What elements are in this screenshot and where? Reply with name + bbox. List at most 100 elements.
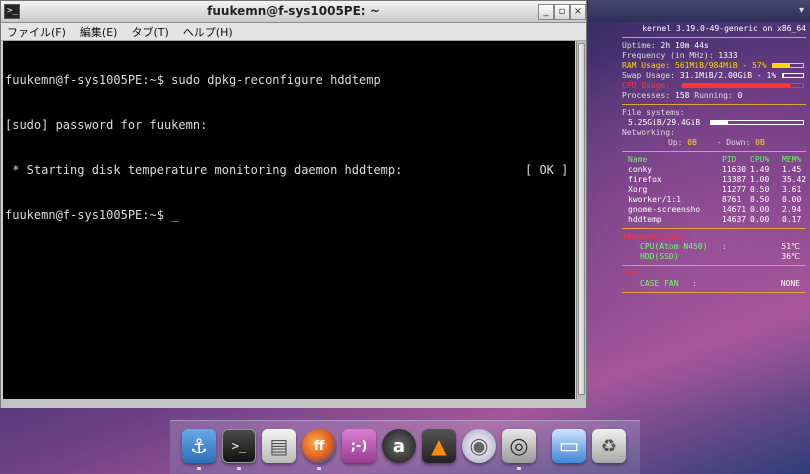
terminal-line: fuukemn@f-sys1005PE:~$ sudo dpkg-reconfi…: [5, 73, 381, 87]
cpu-temp-label: CPU(Atom N450): [640, 242, 708, 251]
tray-menu-icon[interactable]: ▾: [799, 5, 804, 16]
net-label-row: Networking:: [622, 128, 806, 138]
window-title: fuukemn@f-sys1005PE: ~: [207, 4, 380, 18]
temperature-section-title: Temperatures:: [622, 232, 685, 241]
close-button[interactable]: ×: [570, 4, 586, 20]
running-indicator: [517, 467, 521, 470]
process-table: conky 11630 1.49 1.45 firefox 13387 1.00 35.42 X…: [622, 165, 806, 225]
process-name: Xorg: [628, 185, 648, 194]
process-row: conky 11630 1.49 1.45: [622, 165, 806, 175]
process-name: gnome-screensho: [628, 205, 701, 214]
process-row: kworker/1:1 8761 0.50 0.00: [622, 195, 806, 205]
cpu-temp-sep: :: [722, 242, 727, 251]
frequency-row: Frequency (in MHz): 1333: [622, 51, 806, 61]
anchor-launcher-icon[interactable]: ⚓: [182, 429, 216, 463]
menu-edit[interactable]: 編集(E): [80, 24, 118, 40]
ram-bar: [772, 63, 804, 68]
swap-value: 31.1MiB/2.00GiB - 1%: [679, 71, 777, 80]
process-pid: 11630: [722, 165, 747, 174]
dock: ⚓ >_ ▤ ff ;-) a ▲ ◉ ◎ ▭ ♻: [170, 420, 640, 474]
terminal-screen[interactable]: fuukemn@f-sys1005PE:~$ sudo dpkg-reconfi…: [3, 41, 575, 399]
process-pid: 14637: [722, 215, 747, 224]
swap-bar: [782, 73, 804, 78]
process-name: kworker/1:1: [628, 195, 681, 204]
terminal-line-text: * Starting disk temperature monitoring d…: [5, 163, 403, 177]
up-label: Up:: [668, 138, 683, 147]
divider: [622, 265, 806, 266]
menu-bar: ファイル(F) 編集(E) タブ(T) ヘルプ(H): [1, 23, 586, 41]
process-name: hddtemp: [628, 215, 662, 224]
fan-sep: :: [692, 279, 697, 288]
fs-bar-fill: [711, 121, 728, 124]
process-mem: 1.45: [782, 165, 802, 174]
terminal-scrollbar[interactable]: [576, 41, 586, 399]
running-label: Running:: [694, 91, 733, 100]
process-mem: 0.00: [782, 195, 802, 204]
divider: [622, 104, 806, 105]
process-row: hddtemp 14637 0.00 0.17: [622, 215, 806, 225]
running-indicator: [197, 467, 201, 470]
pidgin-icon[interactable]: ;-): [342, 429, 376, 463]
process-mem: 35.42: [782, 175, 807, 184]
process-cpu: 1.00: [750, 175, 770, 184]
hdd-temp-label: HDD(SSD): [640, 252, 679, 261]
kernel-info: kernel 3.19.0-49-generic on x86_64: [642, 24, 806, 33]
menu-file[interactable]: ファイル(F): [7, 24, 66, 40]
divider: [622, 151, 806, 152]
terminal-window[interactable]: >_ fuukemn@f-sys1005PE: ~ _ ▫ × ファイル(F) …: [0, 0, 587, 408]
fs-label-row: File systems:: [622, 108, 806, 118]
process-mem: 3.61: [782, 185, 802, 194]
running-indicator: [317, 467, 321, 470]
menu-tabs[interactable]: タブ(T): [131, 24, 168, 40]
scrollbar-thumb[interactable]: [578, 43, 585, 395]
process-name: conky: [628, 165, 653, 174]
show-desktop-icon[interactable]: ▭: [552, 429, 586, 463]
process-row: gnome-screensho 14671 0.00 2.94: [622, 205, 806, 215]
ram-label: RAM Usage:: [622, 61, 671, 70]
process-cpu: 1.49: [750, 165, 770, 174]
fs-row: 5.25GiB/29.4GiB: [622, 118, 806, 128]
maximize-button[interactable]: ▫: [554, 4, 570, 20]
net-row: Up: 0B - Down: 0B: [622, 138, 806, 148]
hdd-temp-value: 36℃: [781, 252, 800, 261]
fs-label: File systems:: [622, 108, 685, 117]
divider: [622, 37, 806, 38]
cpu-bar: [682, 83, 804, 88]
terminal-prompt-line: fuukemn@f-sys1005PE:~$ _: [5, 208, 179, 222]
header-cpu: CPU%: [750, 155, 770, 164]
file-manager-icon[interactable]: ▤: [262, 429, 296, 463]
swap-label: Swap Usage:: [622, 71, 675, 80]
process-cpu: 0.50: [750, 185, 770, 194]
window-bottom-edge: [1, 399, 586, 408]
menu-help[interactable]: ヘルプ(H): [183, 24, 233, 40]
disc-burner-icon[interactable]: ◉: [462, 429, 496, 463]
processes-label: Processes:: [622, 91, 671, 100]
minimize-button[interactable]: _: [538, 4, 554, 20]
fan-label: CASE FAN: [640, 279, 679, 288]
amarok-icon[interactable]: a: [382, 429, 416, 463]
header-mem: MEM%: [782, 155, 802, 164]
up-value: 0B: [687, 138, 697, 147]
cpu-temp-row: CPU(Atom N450) : 51℃: [622, 242, 806, 252]
terminal-launcher-icon[interactable]: >_: [222, 429, 256, 463]
trash-icon[interactable]: ♻: [592, 429, 626, 463]
terminal-line: * Starting disk temperature monitoring d…: [5, 163, 573, 178]
cpu-temp-value: 51℃: [781, 242, 800, 251]
fan-section-title: Fan:: [622, 269, 642, 278]
process-cpu: 0.00: [750, 215, 770, 224]
camera-icon[interactable]: ◎: [502, 429, 536, 463]
divider: [622, 292, 806, 293]
process-cpu: 0.50: [750, 195, 770, 204]
process-pid: 14671: [722, 205, 747, 214]
hdd-temp-row: HDD(SSD) 36℃: [622, 252, 806, 262]
process-pid: 13387: [722, 175, 747, 184]
running-indicator: [237, 467, 241, 470]
firefox-icon[interactable]: ff: [302, 429, 336, 463]
window-titlebar[interactable]: >_ fuukemn@f-sys1005PE: ~ _ ▫ ×: [1, 1, 586, 23]
process-pid: 8761: [722, 195, 742, 204]
divider: [622, 228, 806, 229]
vlc-icon[interactable]: ▲: [422, 429, 456, 463]
cpu-row: CPU Usage:: [622, 81, 806, 91]
process-pid: 11277: [722, 185, 747, 194]
fs-bar: [710, 120, 804, 125]
